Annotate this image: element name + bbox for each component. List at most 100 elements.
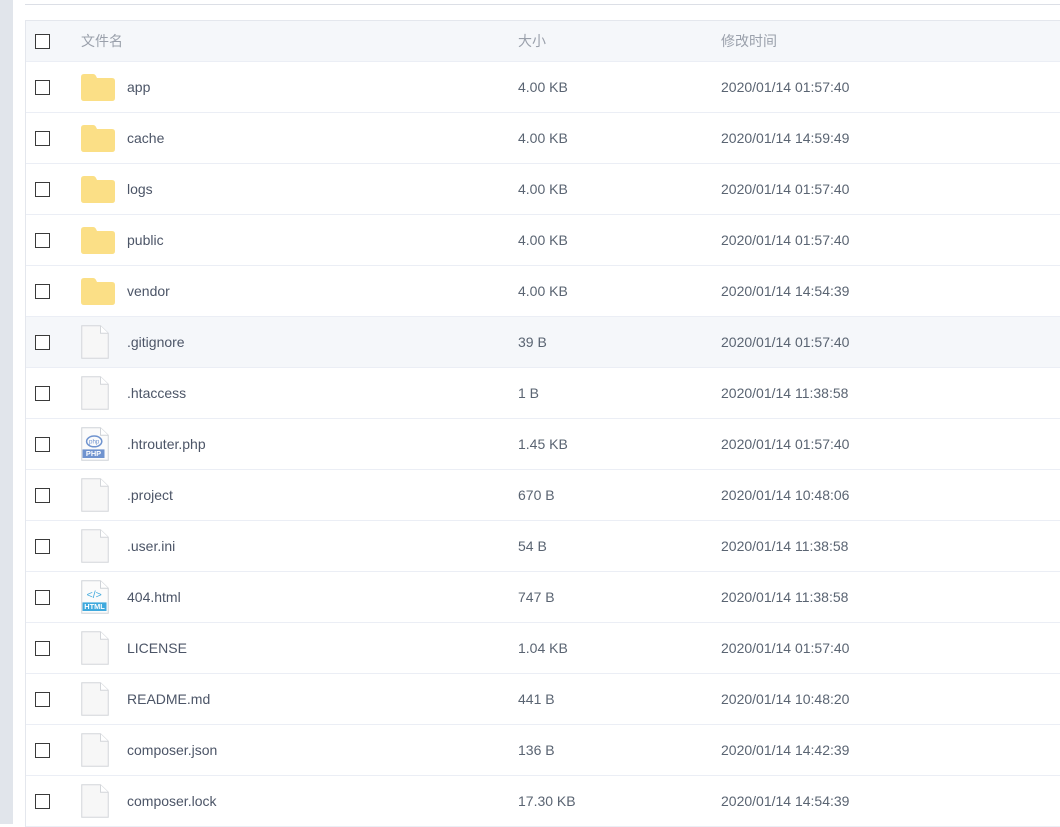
file-icon <box>81 784 127 818</box>
row-select-checkbox[interactable] <box>35 538 50 554</box>
row-select-checkbox[interactable] <box>35 334 50 350</box>
file-name-cell[interactable]: .htaccess <box>69 376 499 410</box>
row-select-cell[interactable] <box>26 283 69 299</box>
row-select-cell[interactable] <box>26 232 69 248</box>
column-header-mtime[interactable]: 修改时间 <box>699 31 1060 51</box>
row-select-cell[interactable] <box>26 793 69 809</box>
file-size-label: 4.00 KB <box>518 283 568 299</box>
table-header-row: 文件名 大小 修改时间 <box>26 21 1060 62</box>
row-select-cell[interactable] <box>26 334 69 350</box>
file-name-cell[interactable]: cache <box>69 124 499 152</box>
file-size-cell: 4.00 KB <box>499 283 699 299</box>
file-name-cell[interactable]: LICENSE <box>69 631 499 665</box>
file-icon <box>81 478 127 512</box>
file-name-cell[interactable]: .project <box>69 478 499 512</box>
row-select-cell[interactable] <box>26 181 69 197</box>
file-mtime-label: 2020/01/14 01:57:40 <box>721 436 850 452</box>
file-size-label: 1.45 KB <box>518 436 568 452</box>
select-all-cell[interactable] <box>26 33 69 49</box>
file-name-cell[interactable]: .gitignore <box>69 325 499 359</box>
table-row[interactable]: logs 4.00 KB 2020/01/14 01:57:40 <box>26 164 1060 215</box>
row-select-cell[interactable] <box>26 691 69 707</box>
folder-icon-svg <box>81 124 115 152</box>
file-name-label: 404.html <box>127 589 181 605</box>
file-name-cell[interactable]: composer.json <box>69 733 499 767</box>
table-row[interactable]: .user.ini 54 B 2020/01/14 11:38:58 <box>26 521 1060 572</box>
row-select-checkbox[interactable] <box>35 436 50 452</box>
row-select-cell[interactable] <box>26 640 69 656</box>
row-select-cell[interactable] <box>26 385 69 401</box>
table-row[interactable]: php PHP .htrouter.php 1.45 KB 2020/01/14 01:… <box>26 419 1060 470</box>
row-select-cell[interactable] <box>26 589 69 605</box>
table-row[interactable]: vendor 4.00 KB 2020/01/14 14:54:39 <box>26 266 1060 317</box>
php-file-icon: php PHP <box>81 427 127 461</box>
file-size-cell: 441 B <box>499 691 699 707</box>
file-size-cell: 1.45 KB <box>499 436 699 452</box>
file-name-label: composer.json <box>127 742 218 758</box>
file-size-cell: 1.04 KB <box>499 640 699 656</box>
file-name-cell[interactable]: .user.ini <box>69 529 499 563</box>
table-row[interactable]: .gitignore 39 B 2020/01/14 01:57:40 <box>26 317 1060 368</box>
table-row[interactable]: public 4.00 KB 2020/01/14 01:57:40 <box>26 215 1060 266</box>
table-row[interactable]: app 4.00 KB 2020/01/14 01:57:40 <box>26 62 1060 113</box>
file-name-cell[interactable]: README.md <box>69 682 499 716</box>
file-name-cell[interactable]: vendor <box>69 277 499 305</box>
file-mtime-cell: 2020/01/14 01:57:40 <box>699 640 1060 656</box>
table-row[interactable]: </> HTML 404.html 747 B 2020/01/14 11:38:58 <box>26 572 1060 623</box>
file-name-label: .gitignore <box>127 334 185 350</box>
folder-icon <box>81 175 127 203</box>
folder-icon-svg <box>81 277 115 305</box>
table-row[interactable]: LICENSE 1.04 KB 2020/01/14 01:57:40 <box>26 623 1060 674</box>
row-select-cell[interactable] <box>26 742 69 758</box>
row-select-checkbox[interactable] <box>35 793 50 809</box>
select-all-checkbox[interactable] <box>35 33 50 49</box>
file-size-label: 747 B <box>518 589 555 605</box>
row-select-checkbox[interactable] <box>35 589 50 605</box>
file-mtime-cell: 2020/01/14 14:59:49 <box>699 130 1060 146</box>
table-row[interactable]: cache 4.00 KB 2020/01/14 14:59:49 <box>26 113 1060 164</box>
file-name-cell[interactable]: app <box>69 73 499 101</box>
table-row[interactable]: README.md 441 B 2020/01/14 10:48:20 <box>26 674 1060 725</box>
table-row[interactable]: .htaccess 1 B 2020/01/14 11:38:58 <box>26 368 1060 419</box>
folder-icon-svg <box>81 175 115 203</box>
column-header-name[interactable]: 文件名 <box>69 31 499 51</box>
row-select-checkbox[interactable] <box>35 181 50 197</box>
row-select-cell[interactable] <box>26 538 69 554</box>
row-select-checkbox[interactable] <box>35 130 50 146</box>
file-name-cell[interactable]: </> HTML 404.html <box>69 580 499 614</box>
file-name-cell[interactable]: php PHP .htrouter.php <box>69 427 499 461</box>
row-select-checkbox[interactable] <box>35 742 50 758</box>
row-select-checkbox[interactable] <box>35 691 50 707</box>
file-icon <box>81 631 127 665</box>
table-row[interactable]: composer.lock 17.30 KB 2020/01/14 14:54:39 <box>26 776 1060 827</box>
folder-icon-svg <box>81 73 115 101</box>
file-size-cell: 4.00 KB <box>499 181 699 197</box>
row-select-cell[interactable] <box>26 79 69 95</box>
file-icon-svg <box>81 733 109 767</box>
row-select-checkbox[interactable] <box>35 283 50 299</box>
file-name-cell[interactable]: public <box>69 226 499 254</box>
file-mtime-cell: 2020/01/14 01:57:40 <box>699 232 1060 248</box>
folder-icon <box>81 277 127 305</box>
file-mtime-cell: 2020/01/14 14:54:39 <box>699 793 1060 809</box>
row-select-checkbox[interactable] <box>35 487 50 503</box>
file-name-cell[interactable]: composer.lock <box>69 784 499 818</box>
svg-text:PHP: PHP <box>86 449 101 458</box>
file-icon <box>81 325 127 359</box>
file-icon <box>81 376 127 410</box>
row-select-checkbox[interactable] <box>35 385 50 401</box>
file-name-cell[interactable]: logs <box>69 175 499 203</box>
file-name-label: .htrouter.php <box>127 436 206 452</box>
row-select-cell[interactable] <box>26 130 69 146</box>
row-select-checkbox[interactable] <box>35 79 50 95</box>
row-select-checkbox[interactable] <box>35 640 50 656</box>
row-select-checkbox[interactable] <box>35 232 50 248</box>
file-name-label: cache <box>127 130 165 146</box>
file-name-label: app <box>127 79 151 95</box>
table-row[interactable]: composer.json 136 B 2020/01/14 14:42:39 <box>26 725 1060 776</box>
row-select-cell[interactable] <box>26 487 69 503</box>
file-name-label: README.md <box>127 691 211 707</box>
row-select-cell[interactable] <box>26 436 69 452</box>
column-header-size[interactable]: 大小 <box>499 31 699 51</box>
table-row[interactable]: .project 670 B 2020/01/14 10:48:06 <box>26 470 1060 521</box>
